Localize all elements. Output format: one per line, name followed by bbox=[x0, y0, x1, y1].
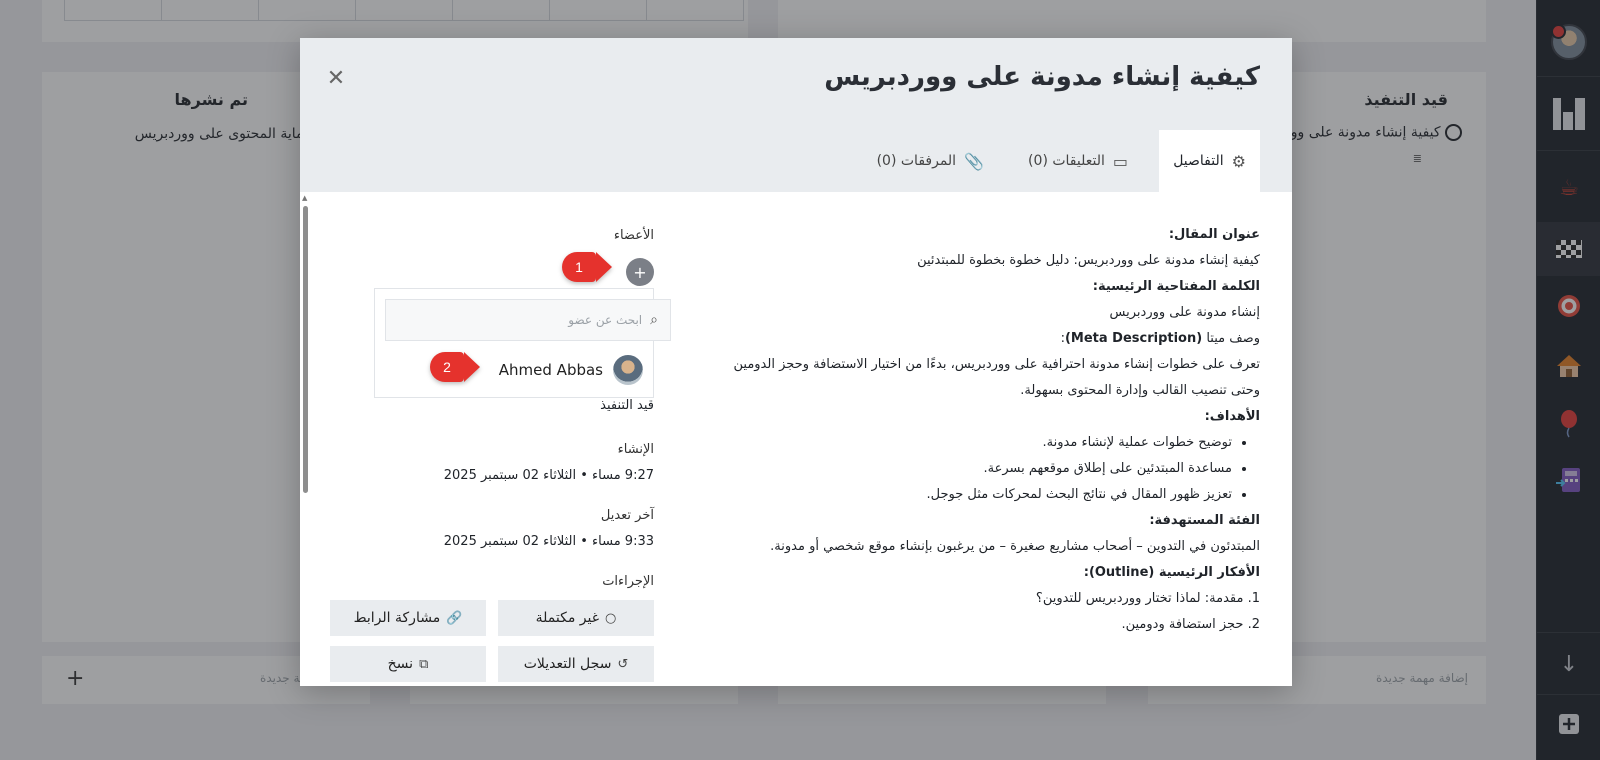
scroll-thumb[interactable] bbox=[303, 206, 308, 493]
member-search-field[interactable]: ⌕ bbox=[385, 299, 671, 341]
outline-label: الأفكار الرئيسية (Outline): bbox=[1083, 565, 1260, 580]
modified-label: آخر تعديل bbox=[600, 508, 654, 523]
meta-label: وصف ميتا (Meta Description): bbox=[1060, 331, 1260, 346]
modal-header: كيفية إنشاء مدونة على ووردبريس ✕ ⚙ التفا… bbox=[300, 38, 1292, 192]
list-item: 1. مقدمة: لماذا تختار ووردبريس للتدوين؟ bbox=[1035, 591, 1260, 606]
created-label: الإنشاء bbox=[617, 442, 654, 457]
add-member-button[interactable]: + bbox=[626, 258, 654, 286]
close-icon[interactable]: ✕ bbox=[324, 66, 348, 91]
callout-badge-2: 2 bbox=[430, 352, 480, 382]
member-search-input[interactable] bbox=[422, 313, 643, 327]
actions-label: الإجراءات bbox=[602, 574, 654, 589]
list-item: تعزيز ظهور المقال في نتائج البحث لمحركات… bbox=[720, 482, 1232, 508]
article-title: كيفية إنشاء مدونة على ووردبريس: دليل خطو… bbox=[917, 253, 1260, 268]
member-option[interactable]: Ahmed Abbas bbox=[499, 353, 643, 387]
tab-details[interactable]: ⚙ التفاصيل bbox=[1159, 130, 1260, 192]
outline-list: 1. مقدمة: لماذا تختار ووردبريس للتدوين؟ … bbox=[720, 586, 1260, 638]
gear-icon: ⚙ bbox=[1231, 151, 1246, 171]
search-icon: ⌕ bbox=[650, 312, 658, 328]
goals-label: الأهداف: bbox=[1204, 409, 1260, 424]
link-icon: 🔗 bbox=[446, 610, 463, 626]
tab-label: التعليقات (0) bbox=[1028, 153, 1105, 169]
keyword: إنشاء مدونة على ووردبريس bbox=[1109, 305, 1260, 320]
list-item: مساعدة المبتدئين على إطلاق موقعهم بسرعة. bbox=[720, 456, 1232, 482]
tab-label: التفاصيل bbox=[1173, 153, 1224, 169]
task-description: عنوان المقال: كيفية إنشاء مدونة على وورد… bbox=[720, 222, 1261, 638]
share-link-button[interactable]: 🔗 مشاركة الرابط bbox=[330, 600, 486, 636]
history-icon: ↺ bbox=[617, 656, 629, 672]
scroll-up-icon[interactable]: ▲ bbox=[302, 194, 307, 202]
mark-incomplete-button[interactable]: ○ غير مكتملة bbox=[498, 600, 654, 636]
audience: المبتدئون في التدوين – أصحاب مشاريع صغير… bbox=[770, 539, 1260, 554]
circle-icon: ○ bbox=[605, 610, 617, 626]
tab-label: المرفقات (0) bbox=[876, 153, 957, 169]
member-name: Ahmed Abbas bbox=[498, 361, 603, 379]
tab-attachments[interactable]: 📎 المرفقات (0) bbox=[863, 130, 998, 192]
keyword-label: الكلمة المفتاحية الرئيسية: bbox=[1092, 279, 1260, 294]
task-details-modal: كيفية إنشاء مدونة على ووردبريس ✕ ⚙ التفا… bbox=[300, 38, 1292, 686]
modified-value: 9:33 مساء • الثلاثاء 02 سبتمبر 2025 bbox=[443, 534, 654, 549]
copy-icon: ⧉ bbox=[419, 656, 429, 672]
modal-scrollbar[interactable]: ▲ bbox=[300, 192, 310, 686]
goals-list: توضيح خطوات عملية لإنشاء مدونة. مساعدة ا… bbox=[720, 430, 1260, 508]
tab-comments[interactable]: ▭ التعليقات (0) bbox=[1014, 130, 1142, 192]
comment-icon: ▭ bbox=[1112, 151, 1128, 171]
avatar bbox=[613, 355, 643, 385]
members-label: الأعضاء bbox=[613, 228, 654, 243]
audience-label: الفئة المستهدفة: bbox=[1149, 513, 1260, 528]
article-title-label: عنوان المقال: bbox=[1168, 227, 1260, 242]
created-value: 9:27 مساء • الثلاثاء 02 سبتمبر 2025 bbox=[443, 468, 654, 483]
status-value: قيد التنفيذ bbox=[600, 398, 654, 413]
paperclip-icon: 📎 bbox=[964, 151, 984, 171]
meta-description: تعرف على خطوات إنشاء مدونة احترافية على … bbox=[733, 357, 1261, 398]
callout-badge-1: 1 bbox=[562, 252, 612, 282]
revision-history-button[interactable]: ↺ سجل التعديلات bbox=[498, 646, 654, 682]
modal-title: كيفية إنشاء مدونة على ووردبريس bbox=[824, 62, 1260, 92]
copy-button[interactable]: ⧉ نسخ bbox=[330, 646, 486, 682]
list-item: توضيح خطوات عملية لإنشاء مدونة. bbox=[720, 430, 1232, 456]
list-item: 2. حجز استضافة ودومين. bbox=[1121, 617, 1260, 632]
member-dropdown: ⌕ Ahmed Abbas bbox=[374, 288, 671, 398]
